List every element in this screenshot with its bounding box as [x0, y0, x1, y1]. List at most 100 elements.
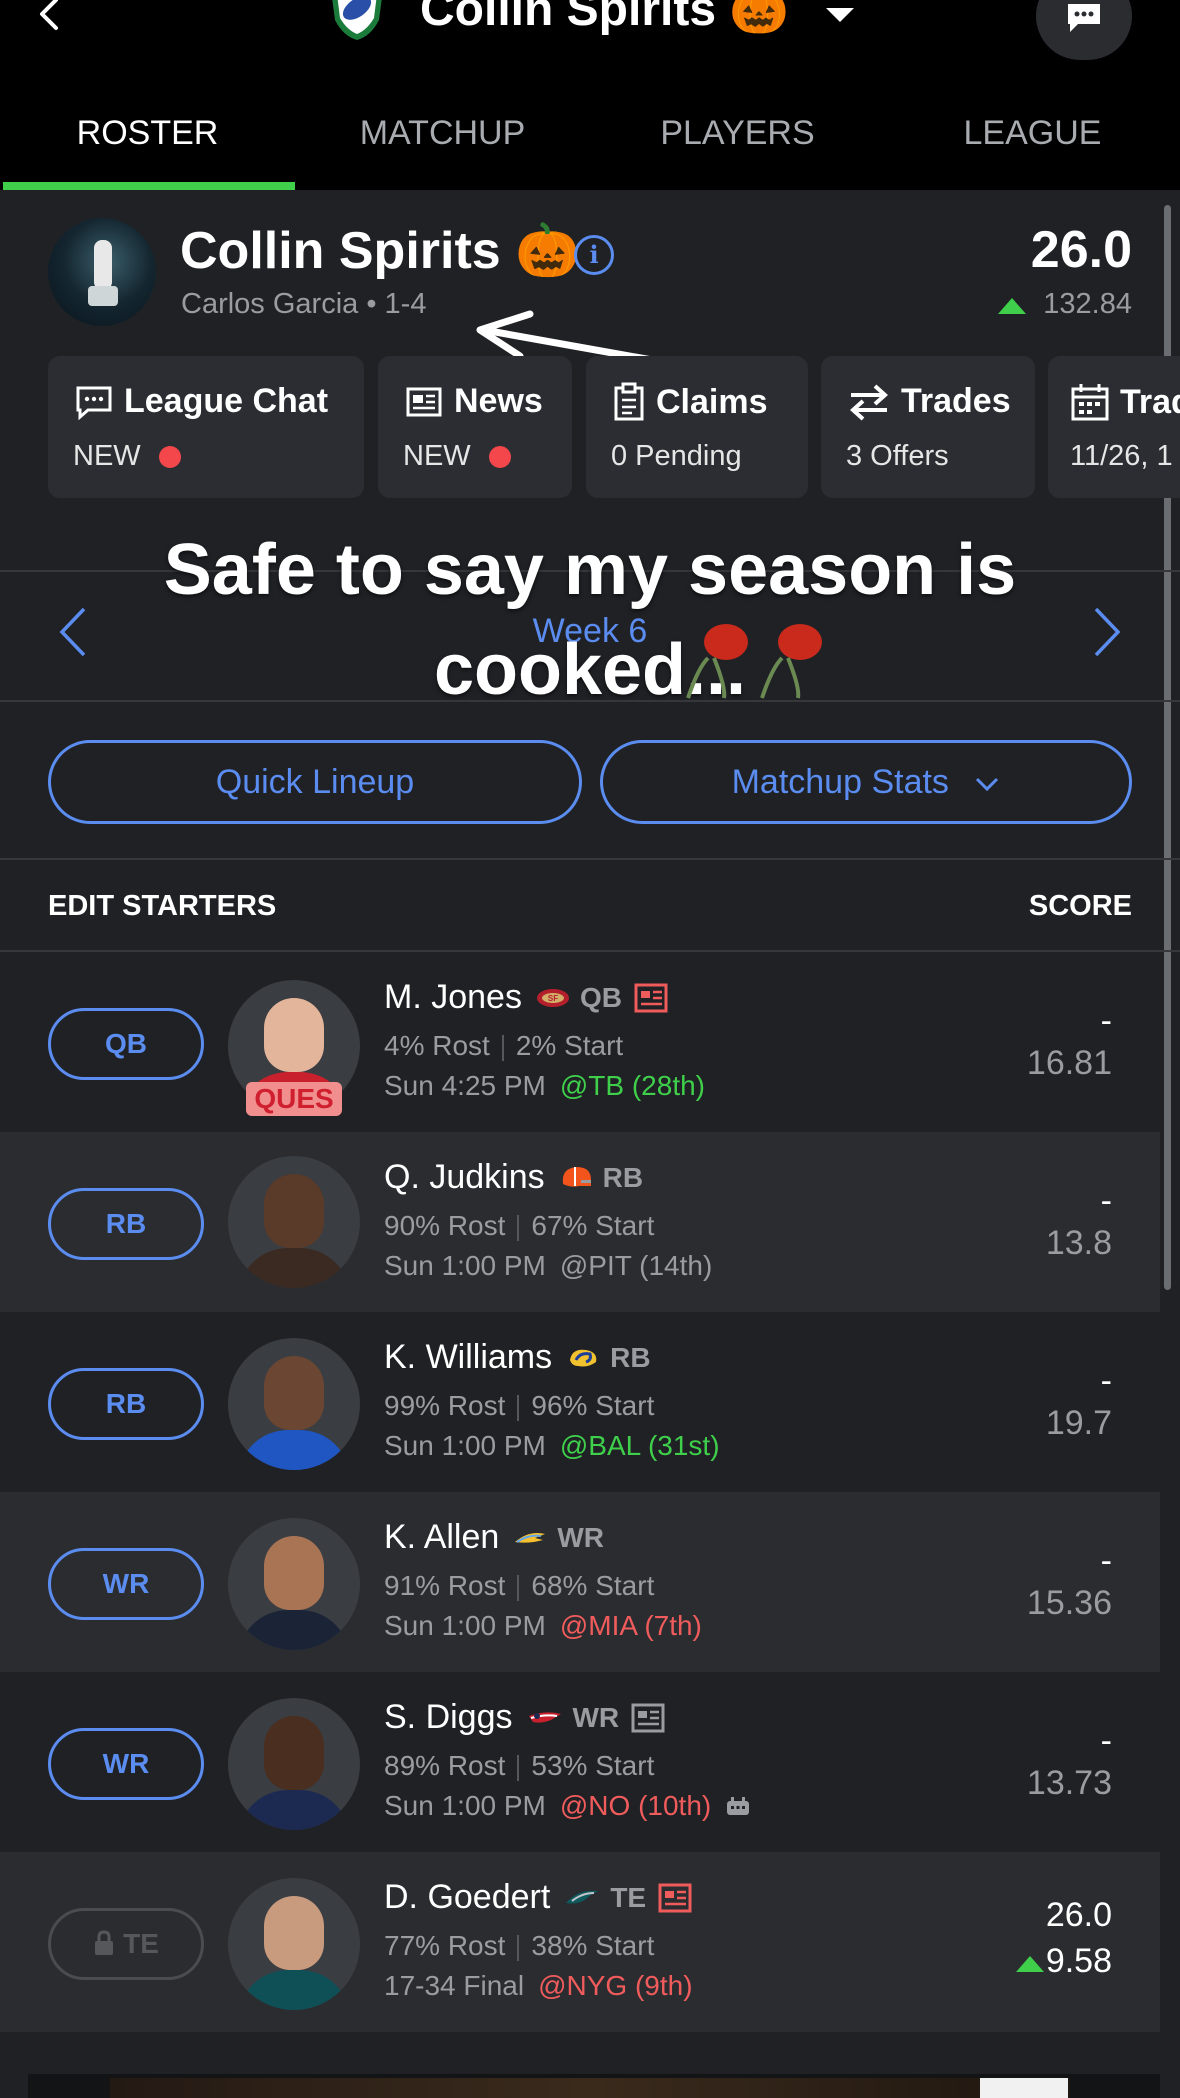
opponent: @NYG (9th) — [538, 1970, 693, 2001]
slot-pill[interactable]: RB — [48, 1188, 204, 1260]
player-name[interactable]: D. Goedert — [384, 1878, 550, 1917]
player-row[interactable]: RB Q. Judkins RB 90% Rost 67% Start Sun 1… — [0, 1132, 1160, 1312]
trade-arrows-icon — [850, 384, 888, 420]
rostered-pct: 90% Rost — [384, 1210, 506, 1241]
trades-label: Trades — [901, 382, 1011, 420]
player-row[interactable]: WR K. Allen WR 91% Rost 68% Start Sun 1:0… — [0, 1492, 1160, 1672]
player-projection: 13.8 — [1045, 1224, 1112, 1262]
edit-starters-button[interactable]: EDIT STARTERS — [48, 890, 276, 923]
opponent: @NO (10th) — [559, 1790, 712, 1821]
news-icon[interactable] — [658, 1883, 692, 1913]
ad-image[interactable] — [110, 2078, 1070, 2098]
clipboard-icon — [614, 382, 644, 421]
rostered-pct: 77% Rost — [384, 1930, 506, 1961]
player-row[interactable]: WR S. Diggs WR 89% Rost 53% Start Sun 1:0… — [0, 1672, 1160, 1852]
football-shield-logo-icon — [332, 0, 382, 40]
trade-deadline-date: 11/26, 1 — [1070, 440, 1173, 472]
opponent: @PIT (14th) — [559, 1250, 713, 1281]
news-icon[interactable] — [634, 983, 668, 1013]
player-headshot — [228, 1156, 360, 1288]
team-name: Collin Spirits 🎃 — [180, 222, 580, 280]
league-chat-label: League Chat — [124, 382, 329, 420]
league-chat-status: NEW — [73, 440, 141, 472]
header-team-title[interactable]: Collin Spirits 🎃 — [420, 0, 789, 37]
tab-league[interactable]: LEAGUE — [885, 100, 1180, 190]
player-position: WR — [572, 1701, 620, 1733]
owner-record: Carlos Garcia • 1-4 — [181, 288, 427, 320]
team-avatar[interactable] — [48, 218, 156, 326]
chat-icon — [76, 386, 112, 420]
unread-dot — [158, 445, 181, 468]
rostered-pct: 89% Rost — [384, 1750, 506, 1781]
ad-badge[interactable] — [980, 2078, 1068, 2098]
player-name[interactable]: M. Jones — [384, 978, 522, 1017]
top-bar: Collin Spirits 🎃 ROSTER MATCHUP PLAYERS … — [0, 0, 1180, 190]
player-projection: 16.81 — [1026, 1044, 1112, 1082]
player-position: RB — [610, 1341, 651, 1373]
player-projection: 9.58 — [1045, 1942, 1112, 1980]
player-row[interactable]: QB QUES M. Jones SF QB 4% Rost 2% Start S… — [0, 952, 1160, 1132]
player-position: WR — [557, 1521, 604, 1553]
slot-pill[interactable]: RB — [48, 1368, 204, 1440]
up-arrow-icon — [1016, 1956, 1044, 1972]
opponent: @BAL (31st) — [559, 1430, 720, 1461]
started-pct: 2% Start — [515, 1030, 624, 1061]
player-position: QB — [579, 981, 622, 1013]
slot-pill[interactable]: WR — [48, 1728, 204, 1800]
game-time: 17-34 Final — [384, 1970, 525, 2001]
opponent: @MIA (7th) — [559, 1610, 702, 1641]
rams-logo-icon — [570, 1349, 597, 1366]
caption-text: Safe to say my season is cooked... — [163, 530, 1017, 710]
back-chevron-icon[interactable] — [30, 0, 70, 36]
news-card[interactable]: News NEW — [378, 356, 572, 498]
wilted-rose-emoji-icon — [686, 624, 822, 699]
player-name[interactable]: K. Williams — [384, 1338, 552, 1377]
team-switcher-caret-icon[interactable] — [826, 8, 854, 22]
trades-card[interactable]: Trades 3 Offers — [821, 356, 1035, 498]
player-score: 26.0 — [1045, 1896, 1112, 1934]
matchup-stats-button[interactable]: Matchup Stats — [600, 740, 1132, 824]
rostered-pct: 99% Rost — [384, 1390, 506, 1421]
matchup-stats-label: Matchup Stats — [731, 763, 949, 801]
trade-deadline-label: Trad — [1120, 382, 1180, 421]
league-chat-card[interactable]: League Chat NEW — [48, 356, 364, 498]
player-score: - — [1100, 1002, 1112, 1040]
player-headshot — [228, 1698, 360, 1830]
messages-button[interactable] — [1036, 0, 1132, 60]
player-name[interactable]: S. Diggs — [384, 1698, 513, 1737]
browns-helmet-icon — [562, 1166, 591, 1187]
quick-lineup-button[interactable]: Quick Lineup — [48, 740, 582, 824]
news-icon[interactable] — [631, 1703, 665, 1733]
player-name[interactable]: K. Allen — [384, 1518, 499, 1557]
game-time: Sun 4:25 PM — [384, 1070, 546, 1101]
svg-text:SF: SF — [548, 994, 558, 1003]
claims-status: 0 Pending — [611, 440, 742, 472]
tab-roster[interactable]: ROSTER — [0, 100, 295, 190]
player-position: RB — [602, 1161, 644, 1193]
trade-deadline-card[interactable]: Trad 11/26, 1 — [1048, 356, 1180, 498]
player-projection: 13.73 — [1026, 1764, 1112, 1802]
player-row[interactable]: TE D. Goedert TE 77% Rost 38% Start 17-34… — [0, 1852, 1160, 2032]
started-pct: 53% Start — [531, 1750, 655, 1781]
tab-players[interactable]: PLAYERS — [590, 100, 885, 190]
slot-label: TE — [123, 1928, 159, 1959]
started-pct: 68% Start — [531, 1570, 655, 1601]
claims-label: Claims — [656, 382, 768, 421]
slot-pill[interactable]: QB — [48, 1008, 204, 1080]
tab-matchup[interactable]: MATCHUP — [295, 100, 590, 190]
info-icon[interactable]: i — [574, 235, 614, 275]
player-name[interactable]: Q. Judkins — [384, 1158, 545, 1197]
player-row[interactable]: RB K. Williams RB 99% Rost 96% Start Sun … — [0, 1312, 1160, 1492]
claims-card[interactable]: Claims 0 Pending — [586, 356, 808, 498]
chevron-down-icon — [976, 777, 999, 792]
status-badge: QUES — [246, 1082, 342, 1116]
game-time: Sun 1:00 PM — [384, 1250, 546, 1281]
news-label: News — [454, 382, 543, 420]
player-projection: 19.7 — [1045, 1404, 1112, 1442]
news-status: NEW — [403, 440, 471, 472]
calendar-icon — [1071, 384, 1109, 421]
team-projection: 132.84 — [1043, 288, 1132, 320]
news-icon — [406, 387, 442, 416]
slot-pill[interactable]: WR — [48, 1548, 204, 1620]
rostered-pct: 4% Rost — [384, 1030, 490, 1061]
